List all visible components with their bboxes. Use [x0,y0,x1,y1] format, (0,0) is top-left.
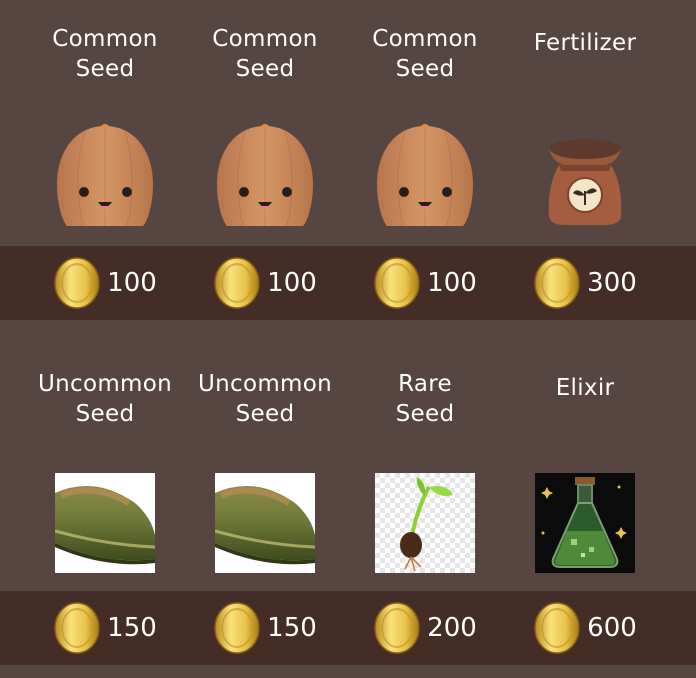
gold-coin-icon [54,257,100,309]
price-tag[interactable]: 300 [505,246,665,320]
item-name: Fertilizer [533,30,637,56]
price-amount: 150 [267,613,317,643]
gold-coin-icon [374,257,420,309]
price-amount: 200 [427,613,477,643]
price-amount: 100 [267,268,317,298]
common-seed-icon [57,124,153,226]
item-name: Common Seed [52,26,158,82]
price-tag[interactable]: 150 [25,591,185,665]
item-name: Common Seed [212,26,318,82]
price-amount: 300 [587,268,637,298]
price-tag[interactable]: 100 [185,246,345,320]
common-seed-icon [377,124,473,226]
item-band: Uncommon Seed Uncommon Seed Rare Seed El… [0,345,696,591]
item-name: Elixir [555,375,615,401]
fertilizer-bag-icon [548,139,622,225]
elixir-flask-icon [535,473,635,573]
shop-row-2: Uncommon Seed Uncommon Seed Rare Seed El… [0,345,696,665]
item-name: Uncommon Seed [198,371,332,427]
item-name: Common Seed [372,26,478,82]
price-tag[interactable]: 150 [185,591,345,665]
price-amount: 600 [587,613,637,643]
price-amount: 150 [107,613,157,643]
gold-coin-icon [54,602,100,654]
gold-coin-icon [534,257,580,309]
price-band: 150 150 200 600 [0,591,696,665]
price-tag[interactable]: 200 [345,591,505,665]
gold-coin-icon [214,602,260,654]
price-amount: 100 [107,268,157,298]
price-tag[interactable]: 100 [25,246,185,320]
item-band: Common Seed Common Seed Common Seed Fert… [0,0,696,246]
gold-coin-icon [534,602,580,654]
uncommon-seed-icon [215,473,315,573]
price-band: 100 100 100 300 [0,246,696,320]
common-seed-icon [217,124,313,226]
gold-coin-icon [374,602,420,654]
gold-coin-icon [214,257,260,309]
price-tag[interactable]: 600 [505,591,665,665]
seed-shop: Common Seed Common Seed Common Seed Fert… [0,0,696,678]
shop-row-1: Common Seed Common Seed Common Seed Fert… [0,0,696,320]
price-amount: 100 [427,268,477,298]
rare-seed-sprout-icon [375,473,475,573]
item-name: Uncommon Seed [38,371,172,427]
uncommon-seed-icon [55,473,155,573]
item-name: Rare Seed [395,371,455,427]
price-tag[interactable]: 100 [345,246,505,320]
